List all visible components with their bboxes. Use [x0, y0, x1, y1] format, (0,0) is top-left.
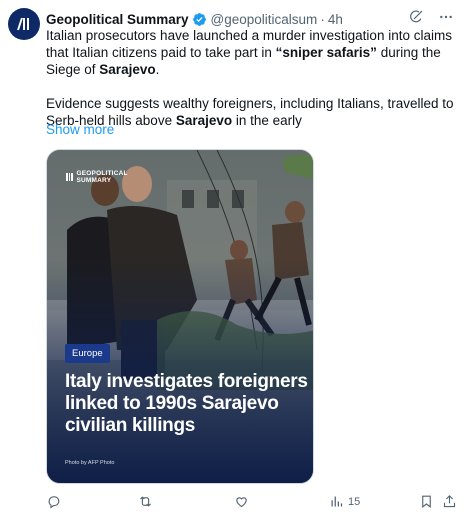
category-badge: Europe — [65, 344, 110, 363]
media-headline: Italy investigates foreigners linked to … — [65, 371, 308, 436]
reply-button[interactable] — [46, 494, 65, 509]
action-bar: 15 — [46, 494, 456, 510]
tweet-header: Geopolitical Summary @geopoliticalsum · … — [46, 9, 454, 29]
logo-mark-icon — [17, 18, 29, 30]
bookmark-icon — [422, 495, 431, 508]
share-icon — [443, 495, 456, 508]
timestamp[interactable]: 4h — [328, 12, 343, 27]
separator: · — [320, 11, 325, 27]
share-button[interactable] — [442, 494, 457, 509]
repost-icon — [140, 496, 151, 507]
logo-mark-icon — [66, 173, 73, 181]
logo-text: GEOPOLITICAL SUMMARY — [76, 170, 128, 184]
verified-icon — [192, 12, 207, 27]
reply-icon — [48, 496, 60, 509]
views-count: 15 — [348, 495, 361, 508]
header-actions — [408, 9, 454, 25]
repost-button[interactable] — [138, 494, 157, 509]
views-button[interactable]: 15 — [329, 494, 360, 509]
display-name[interactable]: Geopolitical Summary — [46, 12, 189, 27]
tweet-paragraph-1: Italian prosecutors have launched a murd… — [46, 28, 452, 77]
grok-icon[interactable] — [408, 9, 424, 25]
media-image[interactable]: GEOPOLITICAL SUMMARY Europe Italy invest… — [46, 149, 314, 484]
bookmark-button[interactable] — [419, 494, 434, 509]
avatar[interactable] — [8, 8, 40, 40]
photo-credit: Photo by AFP Photo — [65, 460, 115, 466]
views-icon — [331, 496, 343, 507]
brand-logo: GEOPOLITICAL SUMMARY — [66, 170, 128, 184]
show-more-link[interactable]: Show more — [46, 122, 114, 137]
like-icon — [236, 497, 247, 508]
like-button[interactable] — [234, 494, 253, 509]
more-icon[interactable] — [438, 9, 454, 25]
handle[interactable]: @geopoliticalsum — [211, 12, 318, 27]
